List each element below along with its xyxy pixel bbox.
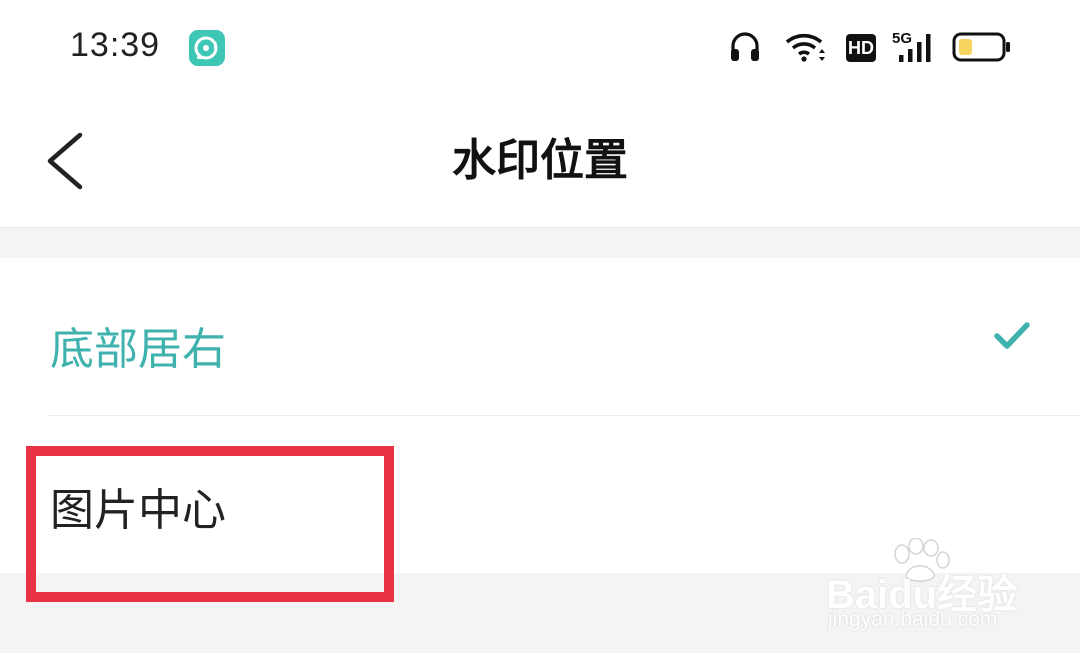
headphones-icon	[728, 28, 762, 70]
status-time: 13:39	[70, 26, 161, 64]
battery-icon	[952, 28, 1012, 70]
watermark-url: jingyan.baidu.com	[828, 608, 998, 631]
network-type: 5G	[892, 30, 913, 47]
watermark-position-list: 底部居右 图片中心	[0, 258, 1080, 573]
signal-icon: 5G	[892, 28, 938, 70]
option-label: 图片中心	[50, 485, 226, 536]
app-badge-icon	[189, 30, 225, 66]
wifi-icon	[784, 28, 826, 70]
check-icon	[992, 318, 1032, 358]
hd-icon: HD	[846, 34, 876, 62]
option-label: 底部居右	[50, 324, 226, 375]
status-bar: 13:39 HD 5G	[0, 0, 1080, 95]
nav-bar: 水印位置	[0, 95, 1080, 228]
page-title: 水印位置	[452, 135, 628, 186]
option-bottom-right[interactable]: 底部居右	[0, 258, 1080, 415]
option-image-center[interactable]: 图片中心	[0, 416, 1080, 573]
